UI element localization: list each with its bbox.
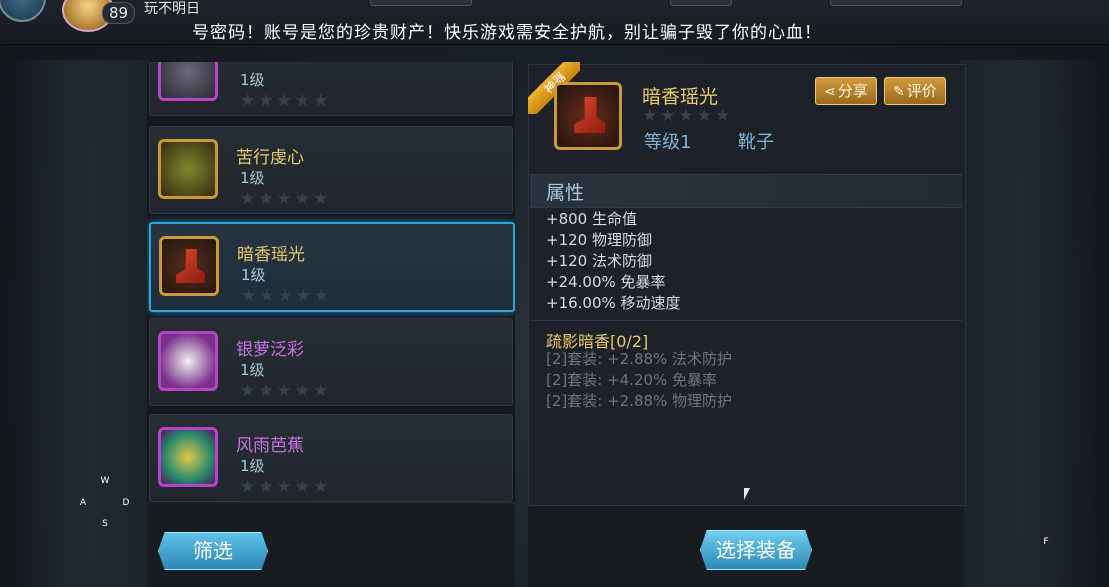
share-button[interactable]: ⋖ 分享 [815,77,877,105]
resource-bar-1 [370,0,472,6]
boots-icon [554,82,622,150]
stat-line: +24.00% 免暴率 [546,273,666,291]
ornament-icon [158,427,218,487]
detail-item-name: 暗香瑶光 [642,86,719,108]
armor-icon [158,62,218,101]
player-name: 玩不明日 [144,1,200,17]
attributes-title: 属性 [546,182,585,204]
detail-type: 靴子 [738,132,774,153]
stat-line: +120 物理防御 [546,231,652,249]
set-bonus-line: [2]套装: +4.20% 免暴率 [546,371,718,389]
list-item-selected[interactable]: 暗香瑶光 1级 ★★★★★ [149,222,515,312]
detail-stars: ★★★★★ [642,106,734,126]
item-level: 1级 [240,361,265,379]
avatar[interactable] [0,0,46,22]
item-name: 风雨芭蕉 [236,436,304,456]
detail-level: 等级1 [644,132,692,153]
item-level: 1级 [240,169,265,187]
item-stars: ★★★★★ [240,477,332,497]
filter-button[interactable]: 筛选 [158,532,268,570]
item-stars: ★★★★★ [240,189,332,209]
item-level: 1级 [240,71,265,89]
item-level: 1级 [240,457,265,475]
stat-line: +120 法术防御 [546,252,652,270]
divider [530,320,962,321]
item-stars: ★★★★★ [241,286,333,306]
equipment-list[interactable]: 1级 ★★★★★ 苦行虔心 1级 ★★★★★ 暗香瑶光 1级 ★★★★★ 银萝泛… [147,62,515,502]
key-d-label: D [122,498,130,508]
item-stars: ★★★★★ [240,91,332,111]
list-item[interactable]: 银萝泛彩 1级 ★★★★★ [149,318,513,406]
share-icon: ⋖ [824,84,836,100]
key-a-label: A [79,498,87,508]
key-s-label: S [102,519,108,529]
robe-icon [158,139,218,199]
list-item[interactable]: 苦行虔心 1级 ★★★★★ [149,126,513,214]
select-equipment-button[interactable]: 选择装备 [700,530,812,570]
top-bar: 89 玩不明日 号密码！账号是您的珍贵财产！快乐游戏需安全护航，别让骗子毁了你的… [0,0,1109,45]
list-item[interactable]: 风雨芭蕉 1级 ★★★★★ [149,414,513,502]
fan-icon [158,331,218,391]
item-name: 暗香瑶光 [237,245,305,265]
right-decoration [959,60,1109,587]
item-name: 银萝泛彩 [236,340,304,360]
rate-button[interactable]: ✎ 评价 [884,77,946,105]
key-w-label: W [100,476,110,486]
set-bonus-line: [2]套装: +2.88% 物理防护 [546,392,733,410]
rate-label: 评价 [906,82,937,100]
stat-line: +16.00% 移动速度 [546,294,681,312]
resource-bar-3 [830,0,962,6]
share-label: 分享 [837,82,868,100]
set-bonus-line: [2]套装: +2.88% 法术防护 [546,350,733,368]
attributes-header: 属性 [530,174,962,208]
key-f-label: F [1043,537,1049,547]
resource-bar-2 [670,0,732,6]
item-level: 1级 [241,266,266,284]
item-name: 苦行虔心 [236,148,304,168]
boots-icon [159,236,219,296]
announcement-marquee: 号密码！账号是您的珍贵财产！快乐游戏需安全护航，别让骗子毁了你的心血！ [192,23,822,43]
mouse-cursor-icon [744,488,750,500]
stat-line: +800 生命值 [546,210,637,228]
player-level-badge: 89 [102,2,136,24]
list-item[interactable]: 1级 ★★★★★ [149,62,513,116]
edit-icon: ✎ [893,84,905,100]
item-stars: ★★★★★ [240,381,332,401]
